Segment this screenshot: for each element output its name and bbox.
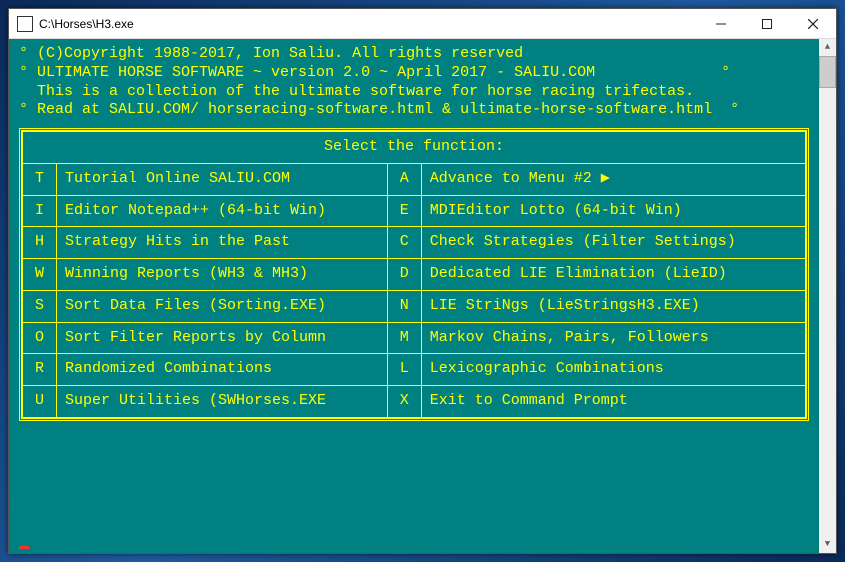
menu-key[interactable]: H bbox=[23, 227, 57, 259]
menu-label[interactable]: Sort Filter Reports by Column bbox=[57, 322, 388, 354]
window-controls bbox=[698, 9, 836, 38]
scroll-up-button[interactable]: ▲ bbox=[819, 39, 836, 56]
menu-row[interactable]: T Tutorial Online SALIU.COM A Advance to… bbox=[23, 163, 806, 195]
bullet-icon: ° bbox=[19, 45, 37, 62]
menu-label[interactable]: Super Utilities (SWHorses.EXE bbox=[57, 386, 388, 418]
scroll-thumb[interactable] bbox=[819, 56, 836, 88]
close-button[interactable] bbox=[790, 9, 836, 38]
menu-key[interactable]: T bbox=[23, 163, 57, 195]
menu-frame: Select the function: T Tutorial Online S… bbox=[19, 128, 809, 421]
menu-label[interactable]: Editor Notepad++ (64-bit Win) bbox=[57, 195, 388, 227]
menu-label[interactable]: Dedicated LIE Elimination (LieID) bbox=[421, 259, 805, 291]
readmore-line: Read at SALIU.COM/ horseracing-software.… bbox=[37, 101, 712, 118]
bullet-icon: ° bbox=[595, 64, 730, 81]
app-window: C:\Horses\H3.exe ° (C)Copyright 1988-201… bbox=[8, 8, 837, 554]
menu-label[interactable]: Randomized Combinations bbox=[57, 354, 388, 386]
cursor-icon bbox=[19, 546, 29, 549]
menu-key[interactable]: O bbox=[23, 322, 57, 354]
menu-row[interactable]: U Super Utilities (SWHorses.EXE X Exit t… bbox=[23, 386, 806, 418]
menu-label[interactable]: Markov Chains, Pairs, Followers bbox=[421, 322, 805, 354]
menu-label[interactable]: Strategy Hits in the Past bbox=[57, 227, 388, 259]
header-text: ° (C)Copyright 1988-2017, Ion Saliu. All… bbox=[19, 45, 809, 120]
menu-key[interactable]: D bbox=[387, 259, 421, 291]
menu-key[interactable]: E bbox=[387, 195, 421, 227]
app-icon bbox=[17, 16, 33, 32]
menu-key[interactable]: C bbox=[387, 227, 421, 259]
menu-label[interactable]: MDIEditor Lotto (64-bit Win) bbox=[421, 195, 805, 227]
menu-key[interactable]: N bbox=[387, 290, 421, 322]
menu-label[interactable]: Tutorial Online SALIU.COM bbox=[57, 163, 388, 195]
bullet-icon: ° bbox=[19, 101, 37, 118]
menu-table: Select the function: T Tutorial Online S… bbox=[22, 131, 806, 418]
menu-label[interactable]: Lexicographic Combinations bbox=[421, 354, 805, 386]
menu-row[interactable]: W Winning Reports (WH3 & MH3) D Dedicate… bbox=[23, 259, 806, 291]
menu-key[interactable]: M bbox=[387, 322, 421, 354]
menu-key[interactable]: W bbox=[23, 259, 57, 291]
menu-row[interactable]: H Strategy Hits in the Past C Check Stra… bbox=[23, 227, 806, 259]
menu-title: Select the function: bbox=[23, 132, 806, 164]
menu-label[interactable]: Exit to Command Prompt bbox=[421, 386, 805, 418]
menu-key[interactable]: I bbox=[23, 195, 57, 227]
menu-label[interactable]: Check Strategies (Filter Settings) bbox=[421, 227, 805, 259]
bullet-icon: ° bbox=[712, 101, 739, 118]
menu-label[interactable]: Winning Reports (WH3 & MH3) bbox=[57, 259, 388, 291]
copyright-line: (C)Copyright 1988-2017, Ion Saliu. All r… bbox=[37, 45, 523, 62]
menu-row[interactable]: R Randomized Combinations L Lexicographi… bbox=[23, 354, 806, 386]
console-area: ° (C)Copyright 1988-2017, Ion Saliu. All… bbox=[9, 39, 836, 553]
product-line: ULTIMATE HORSE SOFTWARE ~ version 2.0 ~ … bbox=[37, 64, 595, 81]
menu-key[interactable]: R bbox=[23, 354, 57, 386]
menu-key[interactable]: X bbox=[387, 386, 421, 418]
menu-row[interactable]: S Sort Data Files (Sorting.EXE) N LIE St… bbox=[23, 290, 806, 322]
console-content: ° (C)Copyright 1988-2017, Ion Saliu. All… bbox=[9, 39, 819, 553]
window-title: C:\Horses\H3.exe bbox=[39, 17, 698, 31]
description-line: This is a collection of the ultimate sof… bbox=[19, 83, 694, 100]
vertical-scrollbar[interactable]: ▲ ▼ bbox=[819, 39, 836, 553]
minimize-button[interactable] bbox=[698, 9, 744, 38]
bullet-icon: ° bbox=[19, 64, 37, 81]
menu-label[interactable]: Sort Data Files (Sorting.EXE) bbox=[57, 290, 388, 322]
menu-label[interactable]: Advance to Menu #2 ▶ bbox=[421, 163, 805, 195]
menu-label[interactable]: LIE StriNgs (LieStringsH3.EXE) bbox=[421, 290, 805, 322]
menu-key[interactable]: S bbox=[23, 290, 57, 322]
menu-row[interactable]: O Sort Filter Reports by Column M Markov… bbox=[23, 322, 806, 354]
menu-key[interactable]: U bbox=[23, 386, 57, 418]
scroll-down-button[interactable]: ▼ bbox=[819, 536, 836, 553]
menu-row[interactable]: I Editor Notepad++ (64-bit Win) E MDIEdi… bbox=[23, 195, 806, 227]
menu-key[interactable]: A bbox=[387, 163, 421, 195]
titlebar[interactable]: C:\Horses\H3.exe bbox=[9, 9, 836, 39]
menu-key[interactable]: L bbox=[387, 354, 421, 386]
maximize-button[interactable] bbox=[744, 9, 790, 38]
